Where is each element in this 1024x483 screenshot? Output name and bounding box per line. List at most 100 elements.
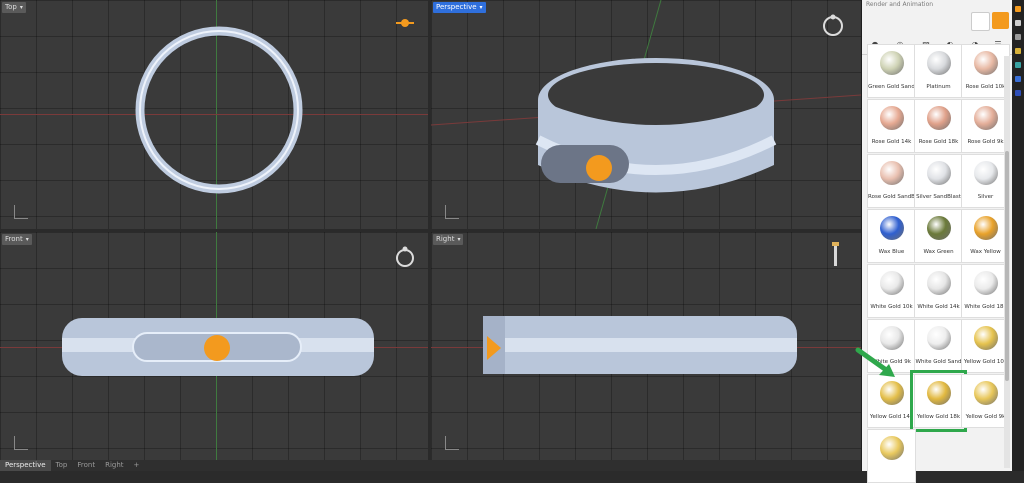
scrollbar-thumb[interactable] bbox=[1005, 151, 1009, 381]
material-label: Wax Yellow bbox=[970, 249, 1001, 255]
axes-indicator bbox=[14, 434, 34, 450]
ring-right-view bbox=[483, 316, 797, 374]
material-scrollbar[interactable] bbox=[1004, 56, 1010, 468]
material-tile[interactable]: Wax Yellow bbox=[961, 209, 1010, 263]
tool-icon[interactable] bbox=[1015, 48, 1021, 54]
material-tile[interactable]: Rose Gold 10k bbox=[961, 44, 1010, 98]
material-preview-ball bbox=[974, 216, 998, 240]
material-tile[interactable]: Silver bbox=[961, 154, 1010, 208]
material-label: White Gold Sand bbox=[915, 359, 962, 365]
ring-navigation-icon[interactable] bbox=[821, 13, 845, 37]
viewport-splitter-horizontal[interactable] bbox=[0, 229, 861, 232]
material-label: White Gold 14k bbox=[917, 304, 960, 310]
material-label: Platinum bbox=[926, 84, 951, 90]
annotation-arrow-icon bbox=[855, 347, 895, 377]
pen-tool-icon[interactable] bbox=[829, 242, 841, 268]
material-preview-ball bbox=[974, 381, 998, 405]
ring-front-view bbox=[62, 318, 374, 376]
material-preview-ball bbox=[880, 216, 904, 240]
material-label: Rose Gold 10k bbox=[965, 84, 1006, 90]
tab-right[interactable]: Right bbox=[100, 460, 128, 471]
material-preview-ball bbox=[927, 381, 951, 405]
material-tile[interactable]: Rose Gold 18k bbox=[914, 99, 963, 153]
orange-material-button[interactable] bbox=[992, 12, 1009, 29]
material-tile[interactable]: Yellow Gold 9k bbox=[961, 374, 1010, 428]
render-panel: Render and Animation ● ◎ ▨ ◐ ◔ ☰ Green G… bbox=[861, 0, 1013, 483]
material-preview-ball bbox=[880, 106, 904, 130]
panel-title: Render and Animation bbox=[866, 1, 934, 8]
ring-navigation-icon[interactable] bbox=[393, 245, 417, 269]
material-preview-ball bbox=[927, 106, 951, 130]
material-label: Wax Green bbox=[923, 249, 954, 255]
material-tile[interactable]: Rose Gold 14k bbox=[867, 99, 916, 153]
panel-toolbar bbox=[862, 10, 1013, 34]
blank-material-button[interactable] bbox=[971, 12, 990, 31]
material-tile[interactable]: Wax Blue bbox=[867, 209, 916, 263]
material-preview-ball bbox=[974, 51, 998, 75]
material-tile[interactable]: Yellow Gold 14k bbox=[867, 374, 916, 428]
material-preview-ball bbox=[880, 381, 904, 405]
tool-icon[interactable] bbox=[1015, 20, 1021, 26]
axes-indicator bbox=[14, 203, 34, 219]
tool-icon[interactable] bbox=[1015, 62, 1021, 68]
material-tile[interactable]: Yellow Gold 10k bbox=[961, 319, 1010, 373]
material-label: White Gold 10k bbox=[870, 304, 913, 310]
material-tile[interactable]: White Gold 10k bbox=[867, 264, 916, 318]
material-preview-ball bbox=[974, 161, 998, 185]
material-tile[interactable]: Yellow Gold 18k bbox=[910, 370, 967, 432]
tool-icon[interactable] bbox=[1015, 76, 1021, 82]
material-preview-ball bbox=[927, 51, 951, 75]
ring-top-view bbox=[135, 26, 303, 194]
material-preview-ball bbox=[880, 271, 904, 295]
material-preview-ball bbox=[927, 326, 951, 350]
material-preview-ball bbox=[974, 106, 998, 130]
material-tile[interactable]: White Gold 18k bbox=[961, 264, 1010, 318]
axes-indicator bbox=[445, 434, 465, 450]
material-label: Yellow Gold 14k bbox=[869, 414, 914, 420]
tool-icon[interactable] bbox=[1015, 6, 1021, 12]
material-label: Silver SandBlast bbox=[916, 194, 961, 200]
tab-top[interactable]: Top bbox=[51, 460, 73, 471]
material-tile[interactable]: Rose Gold SandB bbox=[867, 154, 916, 208]
material-label: Wax Blue bbox=[878, 249, 905, 255]
material-preview-ball bbox=[974, 326, 998, 350]
material-label: Rose Gold 9k bbox=[967, 139, 1004, 145]
material-preview-ball bbox=[927, 161, 951, 185]
tool-icon[interactable] bbox=[1015, 34, 1021, 40]
material-label: Yellow Gold 9k bbox=[965, 414, 1006, 420]
tool-icon[interactable] bbox=[1015, 90, 1021, 96]
material-preview-ball bbox=[927, 216, 951, 240]
material-label: Yellow Gold 18k bbox=[916, 414, 961, 420]
material-preview-ball bbox=[880, 51, 904, 75]
material-label: Silver bbox=[977, 194, 994, 200]
material-tile[interactable]: Wax Green bbox=[914, 209, 963, 263]
viewport-right[interactable]: Right ▾ bbox=[431, 232, 861, 460]
material-tile[interactable]: Green Gold Sand bbox=[867, 44, 916, 98]
viewport-tabs: Perspective Top Front Right + bbox=[0, 460, 861, 471]
material-tile[interactable]: Platinum bbox=[914, 44, 963, 98]
tab-front[interactable]: Front bbox=[72, 460, 100, 471]
material-label: Rose Gold SandB bbox=[868, 194, 915, 200]
material-preview-ball bbox=[927, 271, 951, 295]
material-preview-ball bbox=[880, 436, 904, 460]
material-tile[interactable]: White Gold Sand bbox=[914, 319, 963, 373]
material-preview-ball bbox=[880, 161, 904, 185]
material-preview-ball bbox=[974, 271, 998, 295]
material-label: White Gold 18k bbox=[964, 304, 1007, 310]
material-tile[interactable] bbox=[867, 429, 916, 483]
material-tile[interactable]: Rose Gold 9k bbox=[961, 99, 1010, 153]
material-label: Green Gold Sand bbox=[868, 84, 915, 90]
side-toolbar bbox=[1012, 0, 1024, 471]
tab-perspective[interactable]: Perspective bbox=[0, 460, 51, 471]
viewport-top[interactable]: Top ▾ bbox=[0, 0, 428, 229]
add-tab-button[interactable]: + bbox=[129, 460, 145, 471]
material-label: Rose Gold 18k bbox=[918, 139, 959, 145]
viewport-perspective[interactable]: Perspective ▾ bbox=[431, 0, 861, 229]
material-label: Yellow Gold 10k bbox=[963, 359, 1008, 365]
material-tile[interactable]: White Gold 14k bbox=[914, 264, 963, 318]
gem-marker-icon bbox=[396, 19, 414, 27]
material-tile[interactable]: Silver SandBlast bbox=[914, 154, 963, 208]
viewport-front[interactable]: Front ▾ bbox=[0, 232, 428, 460]
material-label: Rose Gold 14k bbox=[871, 139, 912, 145]
axes-indicator bbox=[445, 203, 465, 219]
